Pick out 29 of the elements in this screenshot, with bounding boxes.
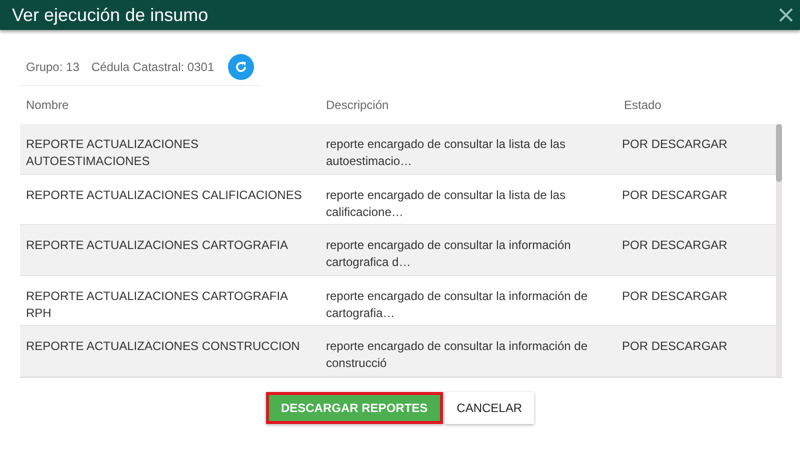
- table-cell-text: reporte encargado de consultar la información de cartografia…: [326, 288, 588, 322]
- column-header: Estado: [624, 98, 662, 112]
- table-row[interactable]: REPORTE ACTUALIZACIONES CARTOGRAFIA reporte encargado de consultar la información cartografica d… POR DESCARGAR: [20, 225, 776, 276]
- table-cell-text: REPORTE ACTUALIZACIONES CARTOGRAFIA RPH: [26, 288, 289, 322]
- group-label: Grupo: 13: [26, 60, 80, 74]
- table-cell-text: reporte encargado de consultar la lista de las calificacione…: [326, 186, 566, 221]
- cadastral-label: Cédula Catastral: 0301: [91, 60, 214, 74]
- table-cell-text: POR DESCARGAR: [622, 338, 728, 356]
- table-cell-text: reporte encargado de consultar la lista de las autoestimacio…: [326, 136, 566, 170]
- table-cell-text: POR DESCARGAR: [622, 237, 728, 254]
- table-row[interactable]: REPORTE ACTUALIZACIONES AUTOESTIMACIONES reporte encargado de consultar la lista de las autoestimacio… POR DESCARGAR: [20, 124, 776, 175]
- table-cell-text: POR DESCARGAR: [622, 186, 728, 204]
- scrollbar-thumb[interactable]: [776, 124, 782, 182]
- table-cell-text: REPORTE ACTUALIZACIONES AUTOESTIMACIONES: [26, 136, 200, 170]
- refresh-icon: [234, 60, 248, 74]
- cancel-button[interactable]: CANCELAR: [444, 392, 534, 424]
- table-cell-text: REPORTE ACTUALIZACIONES CONSTRUCCION: [26, 338, 301, 356]
- table-cell-text: POR DESCARGAR: [622, 288, 728, 305]
- close-icon[interactable]: [778, 7, 794, 23]
- table-cell-text: reporte encargado de consultar la información cartografica d…: [326, 237, 572, 272]
- refresh-button[interactable]: [228, 54, 254, 80]
- column-header: Nombre: [26, 98, 70, 112]
- table-cell-text: REPORTE ACTUALIZACIONES CARTOGRAFIA: [26, 237, 290, 254]
- table-cell-text: POR DESCARGAR: [622, 136, 728, 153]
- dialog-title: Ver ejecución de insumo: [12, 4, 208, 26]
- table-cell-text: reporte encargado de consultar la información de construcció: [326, 338, 588, 372]
- column-header: Descripción: [326, 98, 390, 112]
- table-row[interactable]: REPORTE ACTUALIZACIONES CONSTRUCCION reporte encargado de consultar la información de construcció POR DESCARGAR: [20, 326, 776, 377]
- table-cell-text: REPORTE ACTUALIZACIONES CALIFICACIONES: [26, 186, 303, 204]
